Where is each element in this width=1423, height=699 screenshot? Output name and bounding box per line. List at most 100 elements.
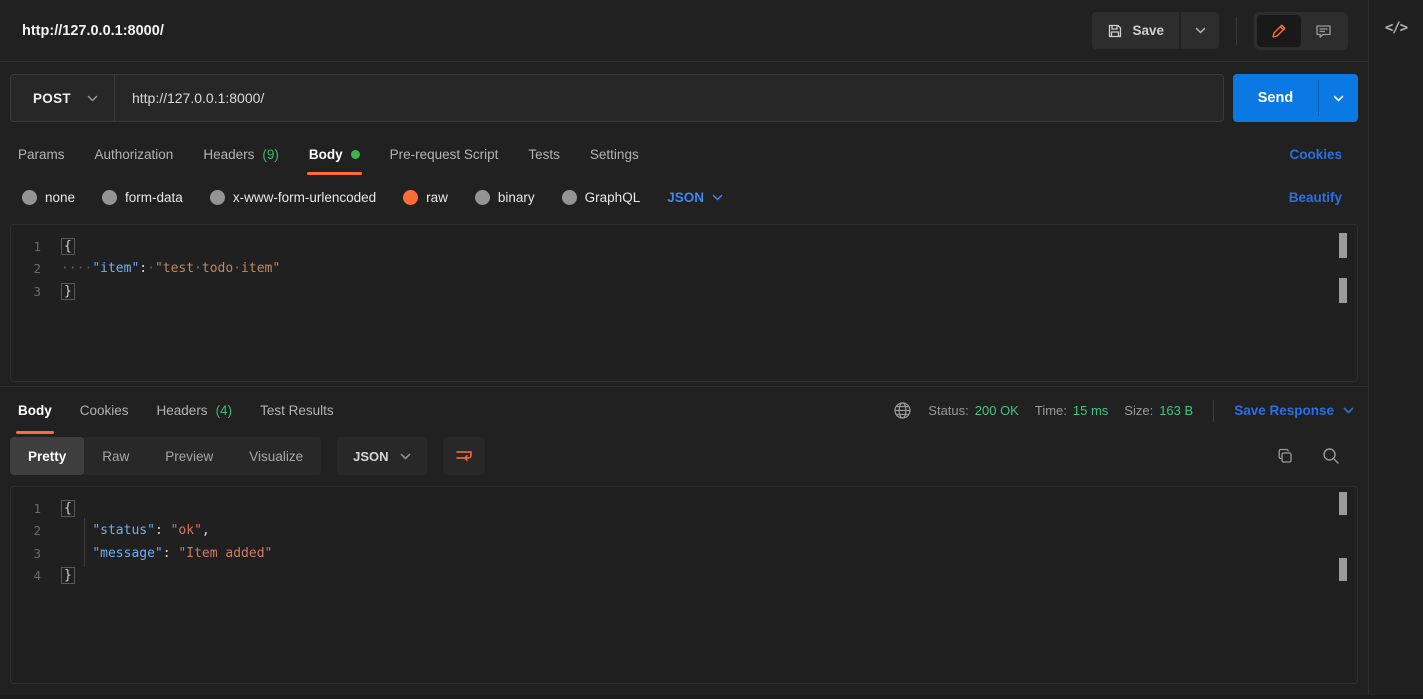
tab-headers[interactable]: Headers (9) [203, 134, 279, 175]
copy-icon[interactable] [1276, 447, 1294, 465]
search-icon[interactable] [1322, 447, 1340, 465]
chevron-down-icon[interactable] [87, 95, 98, 102]
response-tabs: Body Cookies Headers (4) Test Results St… [0, 387, 1368, 434]
beautify-link[interactable]: Beautify [1289, 190, 1342, 205]
radio-icon [102, 189, 118, 205]
radio-x-www-form-urlencoded[interactable]: x-www-form-urlencoded [209, 189, 376, 205]
url-input[interactable]: http://127.0.0.1:8000/ [115, 90, 264, 106]
code-line: 1 { [11, 235, 1357, 258]
chevron-down-icon [1333, 95, 1344, 102]
edit-mode-button[interactable] [1257, 14, 1301, 47]
save-button-group: Save [1092, 12, 1219, 49]
scrollbar-thumb[interactable] [1339, 233, 1347, 258]
request-title: http://127.0.0.1:8000/ [22, 22, 164, 39]
radio-icon [22, 189, 37, 205]
radio-selected-icon [403, 189, 419, 205]
bottom-edge [0, 695, 1423, 699]
code-line: 1 { [11, 497, 1357, 520]
request-url-bar: POST http://127.0.0.1:8000/ Send [0, 62, 1368, 134]
radio-graphql[interactable]: GraphQL [561, 189, 640, 205]
right-sidebar-rail: </> [1368, 0, 1423, 699]
send-options-button[interactable] [1319, 74, 1358, 122]
response-view-toggle: Pretty Raw Preview Visualize [10, 437, 322, 475]
view-raw[interactable]: Raw [84, 437, 147, 475]
response-toolbar: Pretty Raw Preview Visualize JSON [0, 434, 1368, 478]
headers-count-badge: (9) [262, 147, 279, 162]
response-meta: Status: 200 OK Time: 15 ms Size: 163 B S… [893, 387, 1354, 434]
save-icon [1107, 23, 1123, 39]
cookies-link[interactable]: Cookies [1289, 147, 1342, 162]
save-options-button[interactable] [1181, 12, 1219, 49]
scrollbar-thumb[interactable] [1339, 558, 1347, 581]
line-number: 1 [33, 238, 41, 254]
response-actions [1276, 447, 1354, 465]
line-number: 2 [33, 261, 41, 277]
scrollbar-thumb[interactable] [1339, 492, 1347, 515]
view-pretty[interactable]: Pretty [10, 437, 85, 475]
response-tab-headers[interactable]: Headers (4) [157, 387, 233, 434]
body-modified-dot [350, 150, 360, 159]
radio-icon [209, 189, 225, 205]
word-wrap-icon [455, 448, 473, 464]
tab-tests[interactable]: Tests [528, 134, 560, 175]
response-tab-cookies[interactable]: Cookies [80, 387, 129, 434]
topbar-divider [1236, 16, 1237, 45]
size-readout: Size: 163 B [1124, 403, 1194, 418]
line-number: 4 [33, 568, 41, 584]
body-type-bar: none form-data x-www-form-urlencoded raw… [0, 175, 1368, 219]
request-body-editor[interactable]: 1 { 2 ····"item":·"test·todo·item" 3 } [10, 224, 1358, 382]
response-tab-test-results[interactable]: Test Results [260, 387, 334, 434]
send-button[interactable]: Send [1233, 74, 1318, 122]
tab-body[interactable]: Body [306, 134, 362, 175]
view-preview[interactable]: Preview [147, 437, 231, 475]
line-number: 3 [33, 283, 41, 299]
active-tab-underline [16, 431, 54, 434]
comment-button[interactable] [1301, 15, 1345, 47]
edit-comment-toggle [1254, 11, 1348, 50]
tab-pre-request-script[interactable]: Pre-request Script [390, 134, 499, 175]
code-line: 2 "status": "ok", [11, 520, 1357, 543]
code-line: 2 ····"item":·"test·todo·item" [11, 258, 1357, 281]
chevron-down-icon [1195, 27, 1206, 34]
indent-guide [84, 518, 85, 567]
body-format-selector[interactable]: JSON [667, 190, 723, 205]
time-readout: Time: 15 ms [1034, 403, 1109, 418]
response-body-viewer[interactable]: 1 { 2 "status": "ok", 3 "message": "Item… [10, 486, 1358, 684]
response-tab-body[interactable]: Body [16, 387, 54, 434]
radio-raw[interactable]: raw [403, 189, 448, 205]
url-control: POST http://127.0.0.1:8000/ [10, 74, 1224, 122]
tab-params[interactable]: Params [18, 134, 65, 175]
comment-icon [1315, 23, 1332, 39]
save-button-label: Save [1132, 23, 1164, 38]
line-number: 2 [33, 523, 41, 539]
radio-none[interactable]: none [22, 189, 75, 205]
code-line: 4 } [11, 565, 1357, 588]
main-panel: http://127.0.0.1:8000/ Save POST http://… [0, 0, 1368, 699]
status-readout: Status: 200 OK [928, 403, 1019, 418]
send-button-group: Send [1233, 74, 1358, 122]
response-headers-count-badge: (4) [215, 403, 233, 418]
tab-authorization[interactable]: Authorization [95, 134, 174, 175]
view-visualize[interactable]: Visualize [231, 437, 321, 475]
code-line: 3 } [11, 280, 1357, 303]
radio-icon [474, 189, 490, 205]
save-button[interactable]: Save [1092, 12, 1179, 49]
response-format-selector[interactable]: JSON [337, 437, 427, 475]
meta-divider [1213, 399, 1215, 422]
tab-settings[interactable]: Settings [590, 134, 639, 175]
code-snippet-icon[interactable]: </> [1385, 20, 1408, 699]
save-response-button[interactable]: Save Response [1234, 403, 1354, 418]
line-number: 1 [33, 500, 41, 516]
radio-form-data[interactable]: form-data [102, 189, 183, 205]
pencil-icon [1271, 23, 1287, 39]
radio-binary[interactable]: binary [474, 189, 535, 205]
chevron-down-icon [712, 194, 723, 201]
chevron-down-icon [400, 453, 411, 460]
wrap-lines-button[interactable] [442, 437, 485, 475]
scrollbar-thumb[interactable] [1339, 278, 1347, 303]
status-badge: 200 OK [974, 403, 1019, 418]
request-header-bar: http://127.0.0.1:8000/ Save [0, 0, 1368, 62]
radio-icon [561, 189, 577, 205]
method-selector[interactable]: POST [11, 91, 87, 106]
request-tabs: Params Authorization Headers (9) Body Pr… [0, 134, 1368, 175]
